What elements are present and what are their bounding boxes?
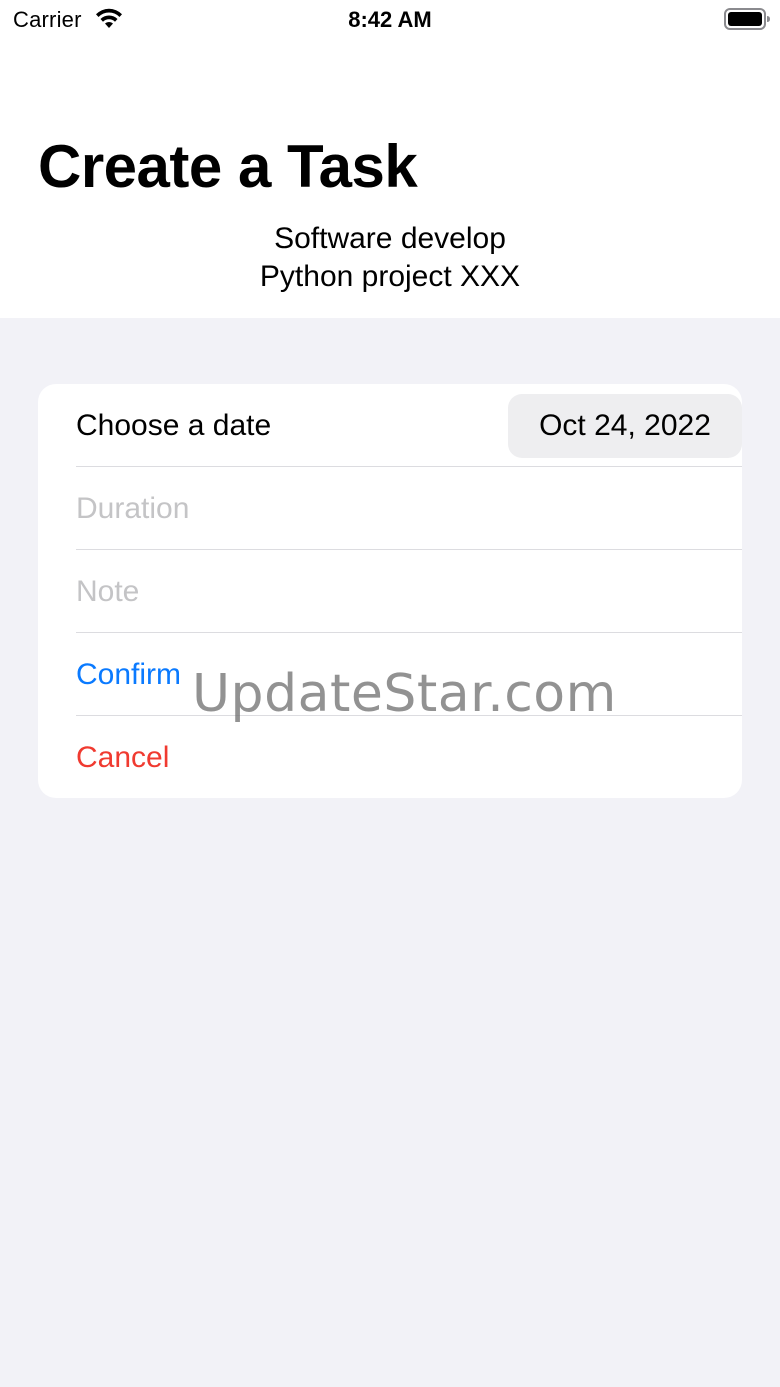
date-label: Choose a date [76,408,272,442]
battery-icon [724,8,770,30]
note-field[interactable]: Note [76,550,742,633]
cancel-label: Cancel [76,740,170,774]
task-form-card: Choose a date Oct 24, 2022 Duration Note… [38,384,742,798]
subtitle-project: Python project XXX [259,260,521,293]
note-placeholder: Note [76,574,140,608]
date-row: Choose a date Oct 24, 2022 [76,384,742,467]
duration-field[interactable]: Duration [76,467,742,550]
cancel-button[interactable]: Cancel [76,716,742,798]
header: Create a Task Software develop Python pr… [0,40,780,318]
status-time: 8:42 AM [348,7,432,32]
page-title: Create a Task [38,133,418,200]
duration-placeholder: Duration [76,491,190,525]
subtitle-category: Software develop [274,222,506,255]
screen: Carrier 8:42 AM Create a Task Software d… [0,0,780,1387]
status-bar: Carrier 8:42 AM [0,0,780,40]
date-picker-button[interactable]: Oct 24, 2022 [508,394,742,458]
confirm-button[interactable]: Confirm [76,633,742,716]
confirm-label: Confirm [76,657,182,691]
